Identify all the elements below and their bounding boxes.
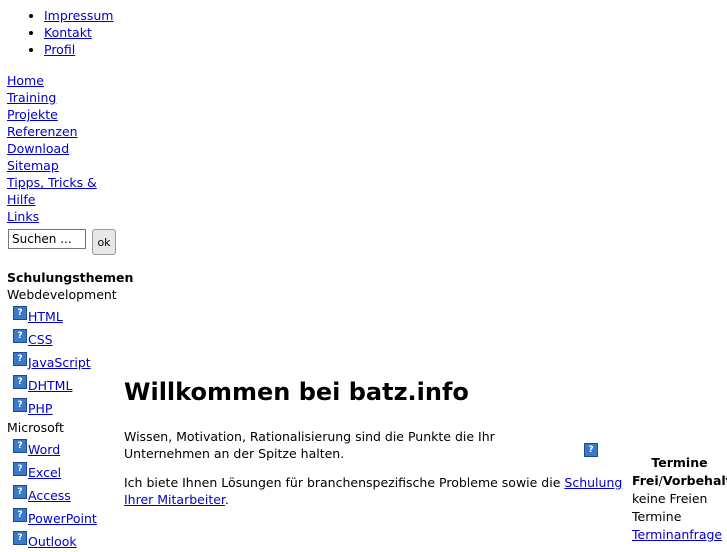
list-item: ? JavaScript	[7, 350, 133, 373]
list-item: ? CSS	[7, 327, 133, 350]
nav-referenzen[interactable]: Referenzen	[7, 123, 119, 140]
theme-access[interactable]: Access	[28, 488, 71, 503]
question-mark-icon[interactable]: ?	[13, 375, 27, 389]
top-link-item: Impressum	[44, 7, 113, 24]
vorbehalt-label: Vorbehalt	[662, 473, 727, 488]
theme-word[interactable]: Word	[28, 442, 60, 457]
nav-home[interactable]: Home	[7, 72, 119, 89]
nav-projekte[interactable]: Projekte	[7, 106, 119, 123]
theme-excel[interactable]: Excel	[28, 465, 61, 480]
list-item: ? Word	[7, 437, 133, 460]
schulungsthemen: Schulungsthemen Webdevelopment ? HTML ? CS…	[7, 270, 133, 552]
top-link-item: Profil	[44, 41, 113, 58]
search-ok-button[interactable]: ok	[92, 229, 116, 255]
solutions-text: Ich biete Ihnen Lösungen für branchenspe…	[124, 474, 624, 508]
question-mark-icon[interactable]: ?	[13, 398, 27, 412]
theme-outlook[interactable]: Outlook	[28, 534, 77, 549]
question-mark-icon[interactable]: ?	[13, 508, 27, 522]
profil-link[interactable]: Profil	[44, 42, 75, 57]
question-mark-icon[interactable]: ?	[13, 329, 27, 343]
group-microsoft: Microsoft	[7, 420, 64, 435]
nav-tipps[interactable]: Tipps, Tricks &	[7, 174, 119, 191]
frei-label: Frei	[632, 473, 659, 488]
no-termine-text: keine Freien Termine	[632, 491, 708, 524]
question-mark-icon[interactable]: ?	[13, 485, 27, 499]
solutions-end: .	[224, 492, 229, 507]
list-item: ? DHTML	[7, 373, 133, 396]
intro-text: Wissen, Motivation, Rationalisierung sin…	[124, 429, 495, 461]
termine-heading: Termine	[651, 455, 708, 470]
solutions-lead: Ich biete Ihnen Lösungen für branchenspe…	[124, 475, 565, 490]
nav-sitemap[interactable]: Sitemap	[7, 157, 119, 174]
theme-dhtml[interactable]: DHTML	[28, 378, 72, 393]
termine-box: Termine Frei/Vorbehalt keine Freien Term…	[632, 454, 727, 544]
theme-html[interactable]: HTML	[28, 309, 63, 324]
top-links: Impressum Kontakt Profil	[0, 7, 113, 58]
list-item: ? Access	[7, 483, 133, 506]
list-item: ? PHP	[7, 396, 133, 419]
list-item: ? Outlook	[7, 529, 133, 552]
theme-javascript[interactable]: JavaScript	[28, 355, 91, 370]
theme-css[interactable]: CSS	[28, 332, 53, 347]
terminanfrage-link[interactable]: Terminanfrage	[632, 527, 722, 542]
question-mark-icon[interactable]: ?	[13, 531, 27, 545]
question-mark-icon[interactable]: ?	[13, 306, 27, 320]
question-mark-icon[interactable]: ?	[13, 439, 27, 453]
question-mark-icon[interactable]: ?	[13, 462, 27, 476]
main-nav: Home Training Projekte Referenzen Downlo…	[7, 72, 119, 225]
theme-powerpoint[interactable]: PowerPoint	[28, 511, 97, 526]
list-item: ? PowerPoint	[7, 506, 133, 529]
search-input[interactable]	[8, 229, 86, 249]
search-form: ok	[8, 229, 116, 255]
nav-download[interactable]: Download	[7, 140, 119, 157]
themes-heading: Schulungsthemen	[7, 270, 134, 285]
kontakt-link[interactable]: Kontakt	[44, 25, 92, 40]
group-webdevelopment: Webdevelopment	[7, 287, 117, 302]
theme-php[interactable]: PHP	[28, 401, 52, 416]
question-mark-icon[interactable]: ?	[584, 443, 598, 457]
impressum-link[interactable]: Impressum	[44, 8, 113, 23]
page-title: Willkommen bei batz.info	[124, 378, 469, 406]
list-item: ? Excel	[7, 460, 133, 483]
nav-training[interactable]: Training	[7, 89, 119, 106]
top-link-item: Kontakt	[44, 24, 113, 41]
nav-hilfe[interactable]: Hilfe	[7, 191, 119, 208]
question-mark-icon[interactable]: ?	[13, 352, 27, 366]
list-item: ? HTML	[7, 304, 133, 327]
nav-links[interactable]: Links	[7, 208, 119, 225]
termine-subheading: Frei/Vorbehalt	[632, 472, 727, 490]
